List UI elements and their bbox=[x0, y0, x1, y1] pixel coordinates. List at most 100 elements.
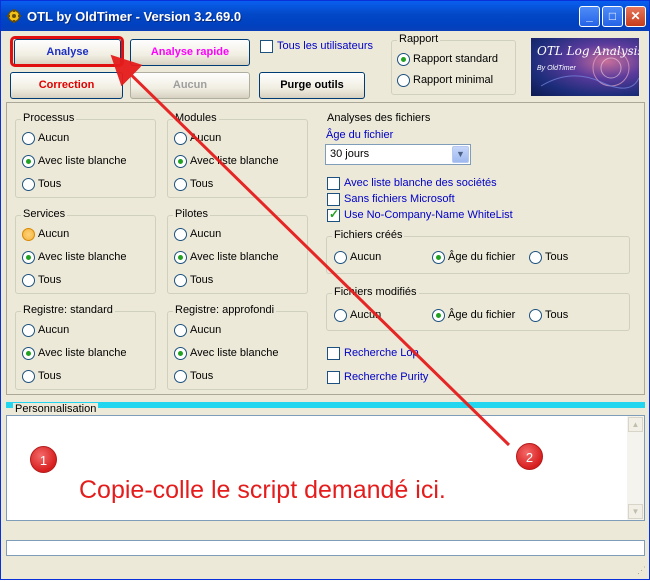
pilotes-aucun-radio[interactable] bbox=[174, 228, 187, 241]
pilotes-tous-label: Tous bbox=[190, 274, 214, 286]
window-title: OTL by OldTimer - Version 3.2.69.0 bbox=[27, 9, 242, 24]
services-title: Services bbox=[21, 208, 68, 220]
registre-approfondi-tous-label: Tous bbox=[190, 370, 214, 382]
fichiers-crees-age-label: Âge du fichier bbox=[448, 251, 516, 263]
recherche-purity-label: Recherche Purity bbox=[344, 371, 429, 383]
registre-standard-avec-radio[interactable] bbox=[22, 347, 35, 360]
services-tous-label: Tous bbox=[38, 274, 62, 286]
purge-outils-button[interactable]: Purge outils bbox=[259, 72, 365, 99]
registre-standard-tous-radio[interactable] bbox=[22, 370, 35, 383]
registre-approfondi-aucun-radio[interactable] bbox=[174, 324, 187, 337]
fichiers-modifies-tous-label: Tous bbox=[545, 309, 569, 321]
textarea-scrollbar[interactable]: ▲ ▼ bbox=[627, 416, 644, 520]
age-fichier-select[interactable]: 30 jours ▼ bbox=[325, 144, 471, 165]
pilotes-aucun-label: Aucun bbox=[190, 228, 222, 240]
modules-tous-label: Tous bbox=[190, 178, 214, 190]
close-button[interactable]: ✕ bbox=[625, 6, 646, 27]
registre-approfondi-aucun-label: Aucun bbox=[190, 324, 222, 336]
services-aucun-label: Aucun bbox=[38, 228, 70, 240]
rapport-minimal-label: Rapport minimal bbox=[413, 74, 494, 86]
processus-tous-radio[interactable] bbox=[22, 178, 35, 191]
processus-avec-radio[interactable] bbox=[22, 155, 35, 168]
services-tous-radio[interactable] bbox=[22, 274, 35, 287]
sans-microsoft-checkbox[interactable] bbox=[327, 193, 340, 206]
personnalisation-textarea[interactable]: ▲ ▼ bbox=[6, 415, 645, 521]
app-icon bbox=[7, 9, 21, 23]
rapport-minimal-radio[interactable] bbox=[397, 74, 410, 87]
registre-approfondi-tous-radio[interactable] bbox=[174, 370, 187, 383]
rapport-group: Rapport bbox=[391, 33, 516, 95]
processus-title: Processus bbox=[21, 112, 77, 124]
modules-avec-radio[interactable] bbox=[174, 155, 187, 168]
modules-aucun-label: Aucun bbox=[190, 132, 222, 144]
registre-standard-tous-label: Tous bbox=[38, 370, 62, 382]
no-company-checkbox[interactable] bbox=[327, 207, 340, 222]
status-bar bbox=[6, 540, 645, 556]
registre-standard-aucun-radio[interactable] bbox=[22, 324, 35, 337]
rapport-standard-radio[interactable] bbox=[397, 53, 410, 66]
recherche-lop-label: Recherche Lop bbox=[344, 347, 419, 359]
services-aucun-radio[interactable] bbox=[22, 228, 35, 241]
processus-avec-label: Avec liste blanche bbox=[38, 155, 127, 167]
scroll-down-icon[interactable]: ▼ bbox=[628, 504, 643, 519]
logo-subtitle: By OldTimer bbox=[537, 65, 576, 72]
personnalisation-band bbox=[6, 402, 645, 408]
logo-title: OTL Log Analysis bbox=[537, 44, 639, 58]
fichiers-modifies-age-label: Âge du fichier bbox=[448, 309, 516, 321]
services-avec-label: Avec liste blanche bbox=[38, 251, 127, 263]
annotation-instruction: Copie-colle le script demandé ici. bbox=[79, 476, 446, 504]
fichiers-modifies-age-radio[interactable] bbox=[432, 309, 445, 322]
analyse-rapide-button[interactable]: Analyse rapide bbox=[130, 39, 250, 66]
services-avec-radio[interactable] bbox=[22, 251, 35, 264]
aucun-button[interactable]: Aucun bbox=[130, 72, 250, 99]
fichiers-modifies-aucun-label: Aucun bbox=[350, 309, 382, 321]
modules-aucun-radio[interactable] bbox=[174, 132, 187, 145]
fichiers-crees-aucun-label: Aucun bbox=[350, 251, 382, 263]
minimize-button[interactable]: _ bbox=[579, 6, 600, 27]
resize-grip-icon[interactable]: ⋰ bbox=[637, 565, 646, 576]
title-bar[interactable]: OTL by OldTimer - Version 3.2.69.0 _ □ ✕ bbox=[1, 1, 649, 31]
correction-button[interactable]: Correction bbox=[10, 72, 123, 99]
sans-microsoft-label: Sans fichiers Microsoft bbox=[344, 193, 455, 205]
registre-standard-aucun-label: Aucun bbox=[38, 324, 70, 336]
analyse-highlight-frame bbox=[10, 36, 124, 67]
otl-logo: OTL Log Analysis By OldTimer bbox=[531, 38, 639, 96]
fichiers-modifies-tous-radio[interactable] bbox=[529, 309, 542, 322]
fichiers-crees-title: Fichiers créés bbox=[332, 229, 405, 241]
fichiers-crees-tous-radio[interactable] bbox=[529, 251, 542, 264]
fichiers-modifies-aucun-radio[interactable] bbox=[334, 309, 347, 322]
maximize-button[interactable]: □ bbox=[602, 6, 623, 27]
registre-approfondi-avec-label: Avec liste blanche bbox=[190, 347, 279, 359]
registre-standard-title: Registre: standard bbox=[21, 304, 115, 316]
processus-tous-label: Tous bbox=[38, 178, 62, 190]
registre-standard-avec-label: Avec liste blanche bbox=[38, 347, 127, 359]
liste-societes-checkbox[interactable] bbox=[327, 177, 340, 190]
modules-avec-label: Avec liste blanche bbox=[190, 155, 279, 167]
registre-approfondi-avec-radio[interactable] bbox=[174, 347, 187, 360]
tous-utilisateurs-checkbox[interactable] bbox=[260, 40, 273, 53]
fichiers-crees-tous-label: Tous bbox=[545, 251, 569, 263]
fichiers-crees-aucun-radio[interactable] bbox=[334, 251, 347, 264]
age-fichier-label: Âge du fichier bbox=[326, 129, 394, 141]
callout-marker-1: 1 bbox=[30, 446, 57, 473]
modules-title: Modules bbox=[173, 112, 219, 124]
pilotes-avec-label: Avec liste blanche bbox=[190, 251, 279, 263]
modules-tous-radio[interactable] bbox=[174, 178, 187, 191]
otl-window: OTL by OldTimer - Version 3.2.69.0 _ □ ✕… bbox=[0, 0, 650, 580]
scroll-up-icon[interactable]: ▲ bbox=[628, 417, 643, 432]
personnalisation-label: Personnalisation bbox=[13, 403, 99, 415]
pilotes-tous-radio[interactable] bbox=[174, 274, 187, 287]
recherche-lop-checkbox[interactable] bbox=[327, 347, 340, 360]
pilotes-avec-radio[interactable] bbox=[174, 251, 187, 264]
age-fichier-value: 30 jours bbox=[330, 148, 370, 160]
fichiers-crees-age-radio[interactable] bbox=[432, 251, 445, 264]
chevron-down-icon[interactable]: ▼ bbox=[452, 146, 469, 163]
liste-societes-label: Avec liste blanche des sociétés bbox=[344, 177, 497, 189]
processus-aucun-label: Aucun bbox=[38, 132, 70, 144]
analyses-title: Analyses des fichiers bbox=[325, 112, 433, 124]
callout-marker-2: 2 bbox=[516, 443, 543, 470]
fichiers-modifies-title: Fichiers modifiés bbox=[332, 286, 419, 298]
processus-aucun-radio[interactable] bbox=[22, 132, 35, 145]
recherche-purity-checkbox[interactable] bbox=[327, 371, 340, 384]
rapport-title: Rapport bbox=[397, 33, 441, 45]
